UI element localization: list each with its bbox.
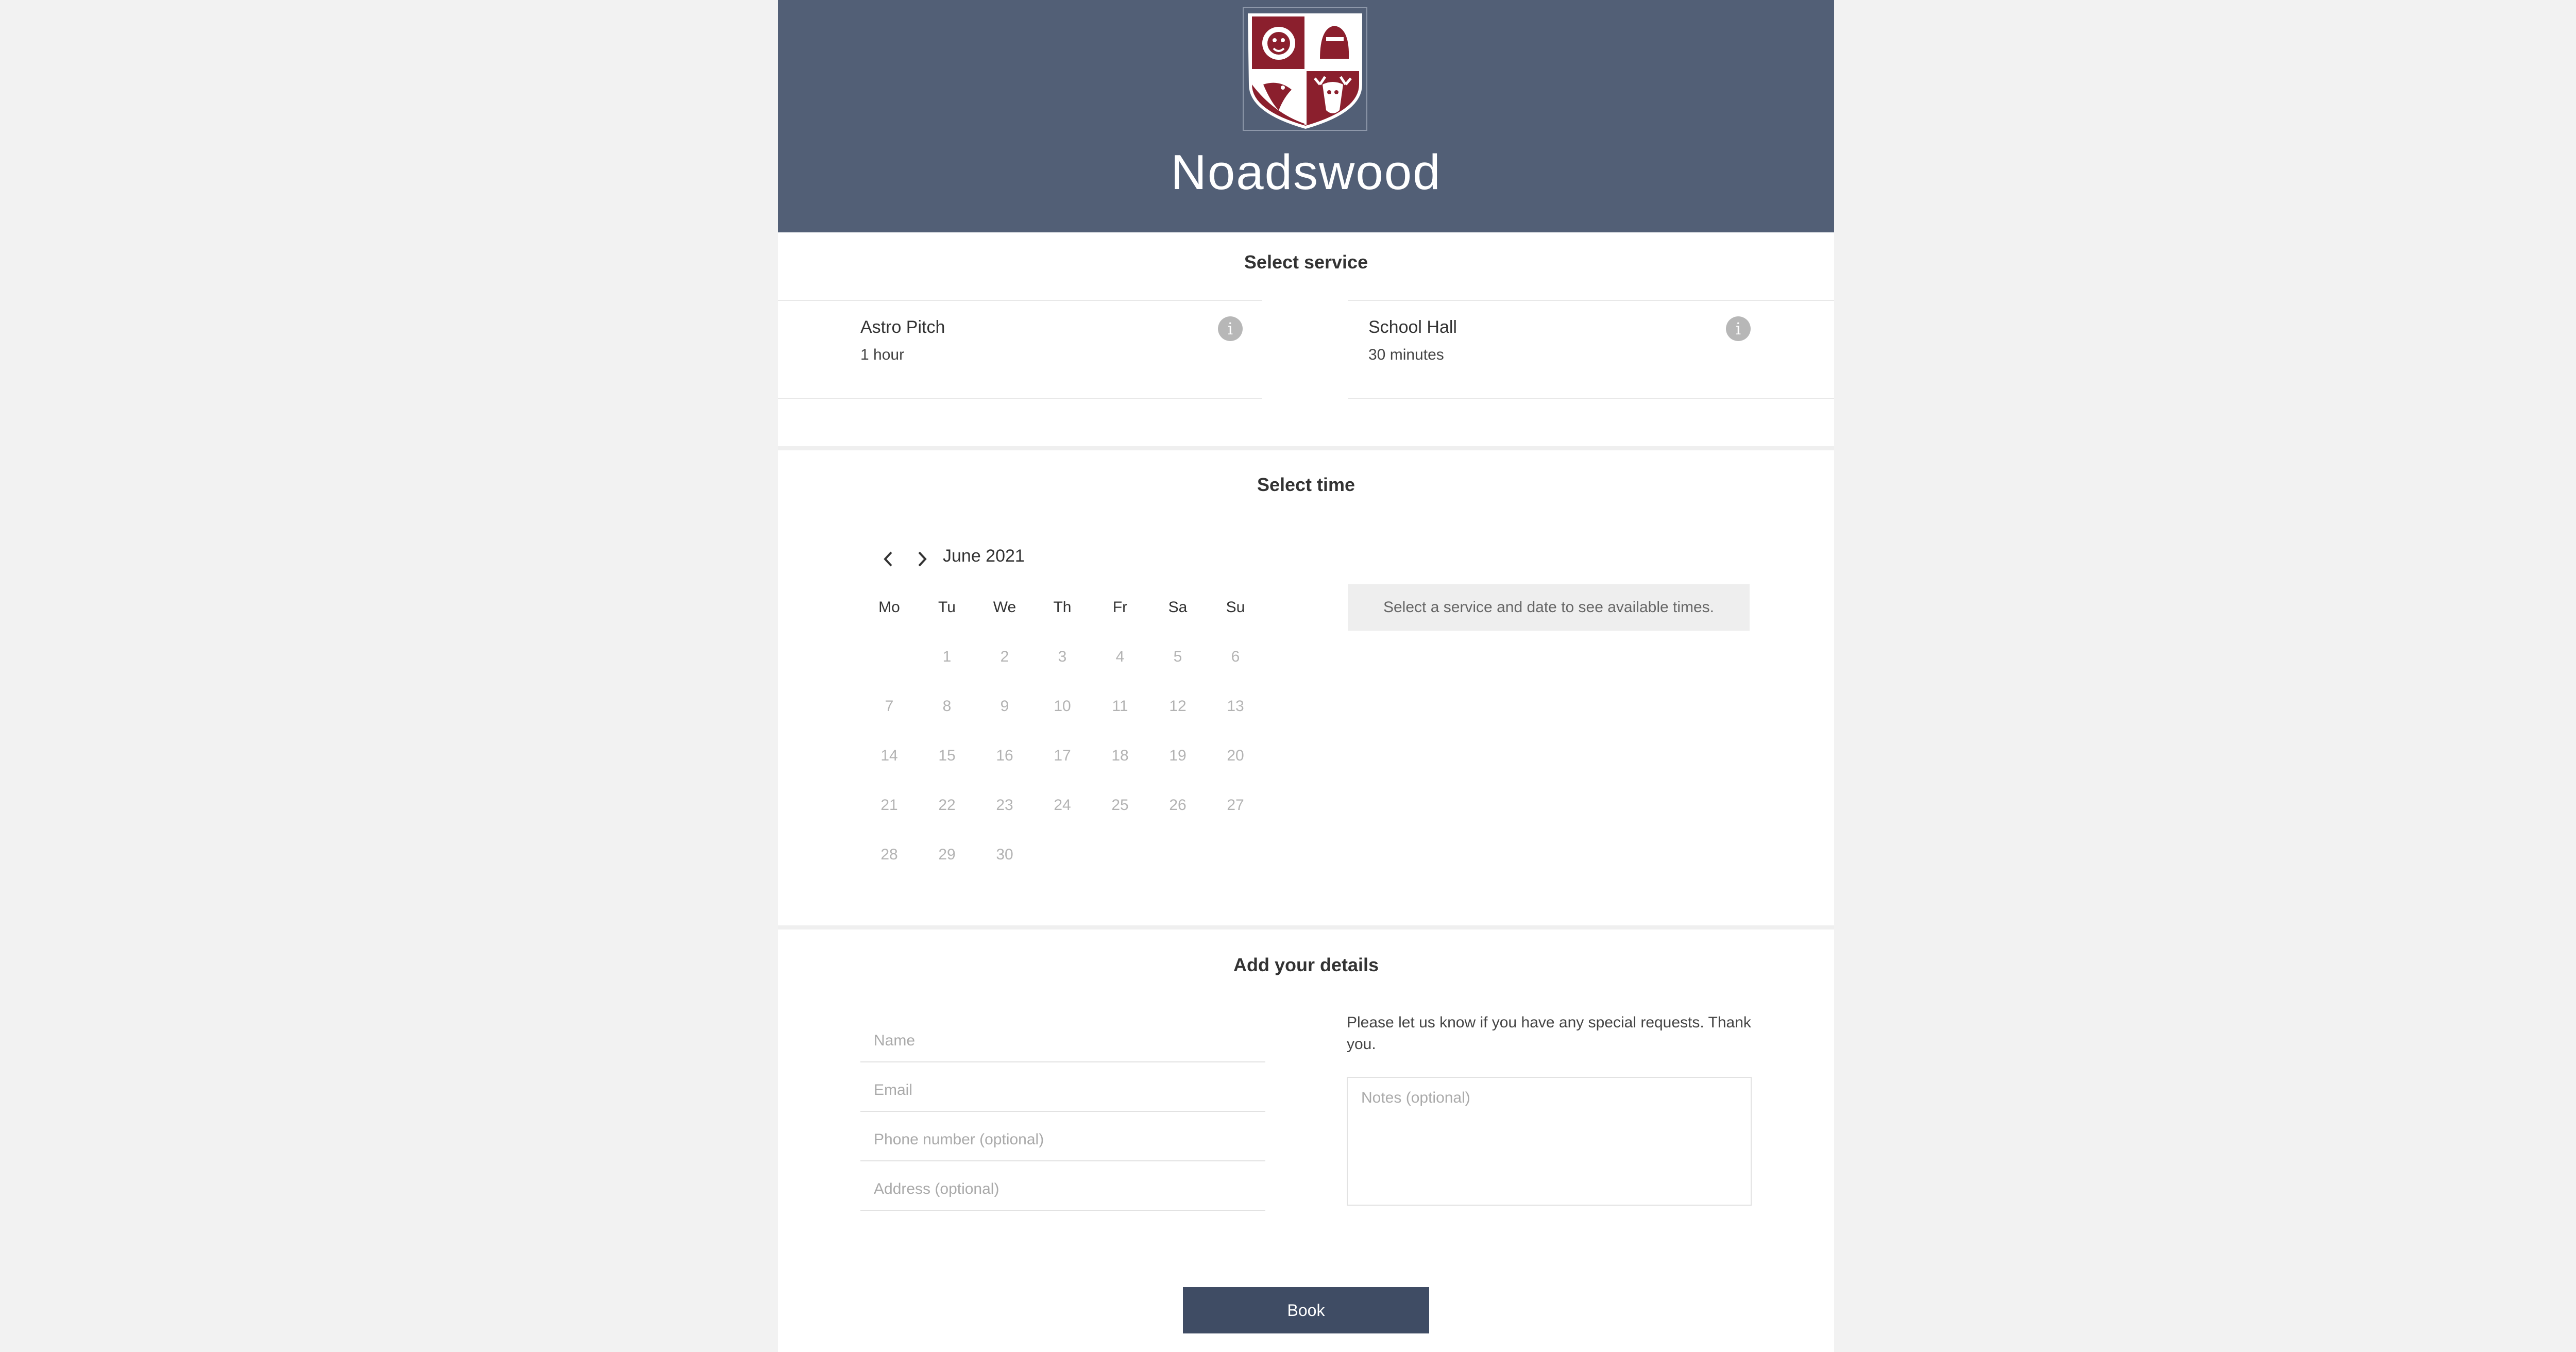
divider [778, 300, 1262, 301]
email-field[interactable] [860, 1063, 1265, 1112]
calendar-weekday-label: Fr [1112, 599, 1128, 616]
calendar-day[interactable]: 30 [976, 846, 1033, 864]
header-banner: Noadswood [778, 0, 1834, 232]
calendar-day[interactable]: 28 [860, 846, 918, 864]
divider [1348, 300, 1834, 301]
section-title-service: Select service [1244, 251, 1368, 273]
school-crest-logo [1243, 7, 1368, 132]
section-separator [778, 925, 1834, 930]
section-title-details: Add your details [1233, 954, 1379, 975]
calendar-day[interactable]: 5 [1149, 648, 1207, 666]
special-requests-text: Please let us know if you have any speci… [1347, 1014, 1751, 1053]
calendar-day[interactable]: 11 [1091, 698, 1149, 715]
name-field[interactable] [860, 1014, 1265, 1062]
calendar-day[interactable]: 15 [918, 747, 976, 765]
phone-input[interactable] [874, 1128, 1255, 1151]
calendar-month-label: June 2021 [943, 546, 1025, 566]
calendar-day[interactable]: 27 [1207, 797, 1264, 814]
calendar-day[interactable]: 4 [1091, 648, 1149, 666]
chevron-right-icon[interactable] [909, 546, 935, 572]
service-option-astro-pitch[interactable]: Astro Pitch 1 hour [860, 317, 1262, 369]
email-input[interactable] [874, 1079, 1255, 1102]
calendar-day[interactable]: 21 [860, 797, 918, 814]
section-title-time: Select time [1257, 474, 1355, 495]
service-name: School Hall [1368, 317, 1457, 337]
calendar-day[interactable]: 6 [1207, 648, 1264, 666]
crest-frame [1243, 7, 1367, 131]
calendar-day[interactable]: 16 [976, 747, 1033, 765]
calendar-day[interactable]: 7 [860, 698, 918, 715]
chevron-left-icon[interactable] [876, 546, 902, 572]
address-field[interactable] [860, 1162, 1265, 1211]
calendar-day[interactable]: 12 [1149, 698, 1207, 715]
calendar-day[interactable]: 13 [1207, 698, 1264, 715]
calendar-weekday-label: Mo [878, 599, 900, 616]
calendar-day[interactable]: 1 [918, 648, 976, 666]
phone-field[interactable] [860, 1113, 1265, 1161]
service-duration: 1 hour [860, 346, 905, 363]
calendar-day[interactable]: 25 [1091, 797, 1149, 814]
divider [1348, 398, 1834, 399]
booking-page: Noadswood Select service Astro Pitch 1 h… [778, 0, 1834, 1352]
calendar-day[interactable]: 8 [918, 698, 976, 715]
calendar-day[interactable]: 26 [1149, 797, 1207, 814]
calendar-day[interactable]: 20 [1207, 747, 1264, 765]
calendar-weekday-label: We [993, 599, 1016, 616]
service-option-school-hall[interactable]: School Hall 30 minutes [1368, 317, 1770, 369]
service-name: Astro Pitch [860, 317, 945, 337]
address-input[interactable] [874, 1178, 1255, 1201]
calendar-day[interactable]: 10 [1033, 698, 1091, 715]
calendar-day[interactable]: 24 [1033, 797, 1091, 814]
availability-message: Select a service and date to see availab… [1348, 584, 1750, 631]
calendar-day[interactable]: 9 [976, 698, 1033, 715]
info-icon[interactable]: i [1726, 316, 1751, 341]
calendar-day[interactable]: 3 [1033, 648, 1091, 666]
calendar-day[interactable]: 23 [976, 797, 1033, 814]
calendar-day[interactable]: 17 [1033, 747, 1091, 765]
service-duration: 30 minutes [1368, 346, 1444, 363]
calendar-weekday-label: Su [1226, 599, 1245, 616]
calendar-weekday-label: Th [1053, 599, 1072, 616]
book-button[interactable]: Book [1183, 1287, 1429, 1333]
divider [778, 398, 1262, 399]
brand-name: Noadswood [1171, 145, 1442, 200]
calendar-weekday-label: Tu [938, 599, 956, 616]
section-separator [778, 446, 1834, 450]
notes-textarea[interactable] [1347, 1077, 1752, 1206]
calendar-weekday-label: Sa [1168, 599, 1188, 616]
calendar-day[interactable]: 29 [918, 846, 976, 864]
calendar-day[interactable]: 2 [976, 648, 1033, 666]
info-icon[interactable]: i [1218, 316, 1243, 341]
calendar-day[interactable]: 19 [1149, 747, 1207, 765]
calendar-day[interactable]: 22 [918, 797, 976, 814]
calendar-day[interactable]: 18 [1091, 747, 1149, 765]
calendar-day[interactable]: 14 [860, 747, 918, 765]
name-input[interactable] [874, 1029, 1255, 1052]
